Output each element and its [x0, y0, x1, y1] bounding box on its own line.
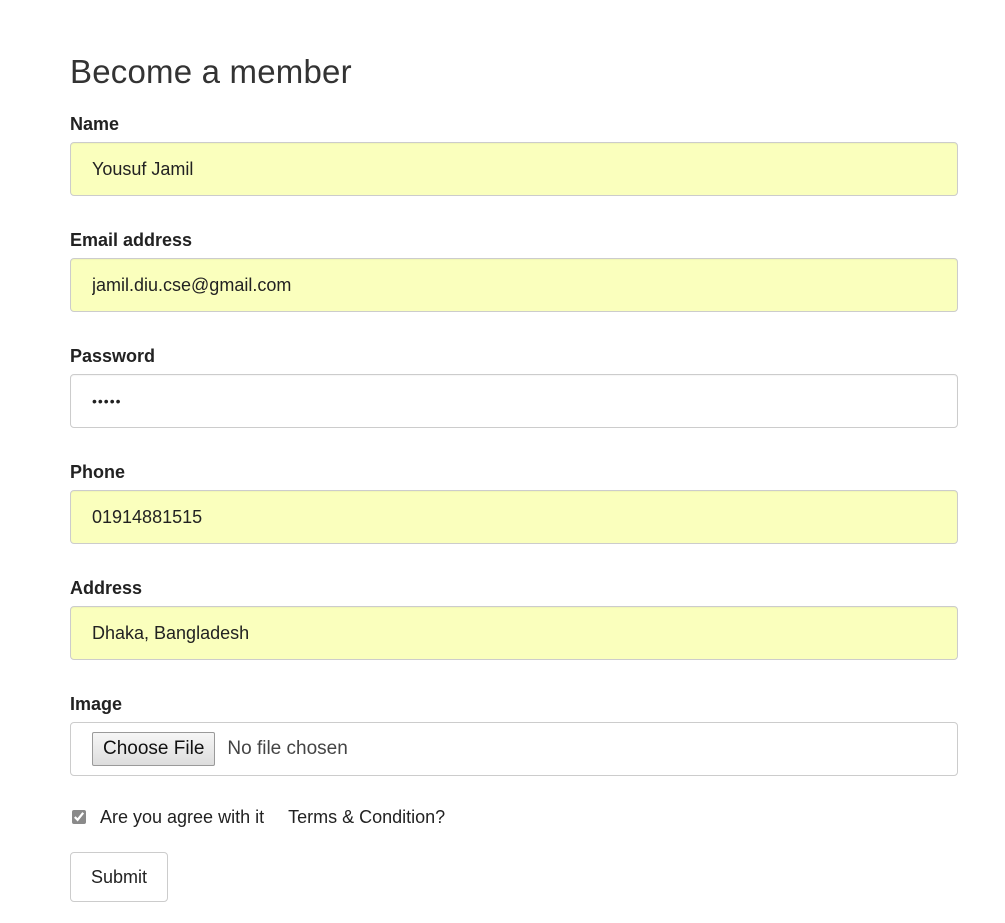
form-title: Become a member	[70, 53, 352, 90]
membership-form: Become a member Name Email address Passw…	[70, 48, 958, 902]
image-file-input[interactable]: Choose File No file chosen	[70, 722, 958, 776]
image-label: Image	[70, 694, 123, 714]
name-label: Name	[70, 114, 120, 134]
file-status-text: No file chosen	[227, 738, 348, 759]
phone-input[interactable]	[70, 490, 958, 544]
terms-link[interactable]: Terms & Condition?	[288, 807, 445, 828]
page: Become a member Name Email address Passw…	[0, 0, 1005, 923]
email-label: Email address	[70, 230, 193, 250]
address-group: Address	[70, 570, 958, 660]
email-input[interactable]	[70, 258, 958, 312]
password-group: Password	[70, 338, 958, 428]
password-label: Password	[70, 346, 156, 366]
submit-button[interactable]: Submit	[70, 852, 169, 902]
name-group: Name	[70, 106, 958, 196]
image-group: Image Choose File No file chosen	[70, 686, 958, 776]
address-input[interactable]	[70, 606, 958, 660]
name-input[interactable]	[70, 142, 958, 196]
phone-group: Phone	[70, 454, 958, 544]
agree-checkbox[interactable]	[72, 810, 86, 824]
email-group: Email address	[70, 222, 958, 312]
choose-file-button[interactable]: Choose File	[92, 732, 216, 766]
agree-row: Are you agree with it Terms & Condition?	[70, 802, 958, 832]
phone-label: Phone	[70, 462, 126, 482]
agree-label: Are you agree with it	[100, 806, 265, 827]
address-label: Address	[70, 578, 143, 598]
password-input[interactable]	[70, 374, 958, 428]
